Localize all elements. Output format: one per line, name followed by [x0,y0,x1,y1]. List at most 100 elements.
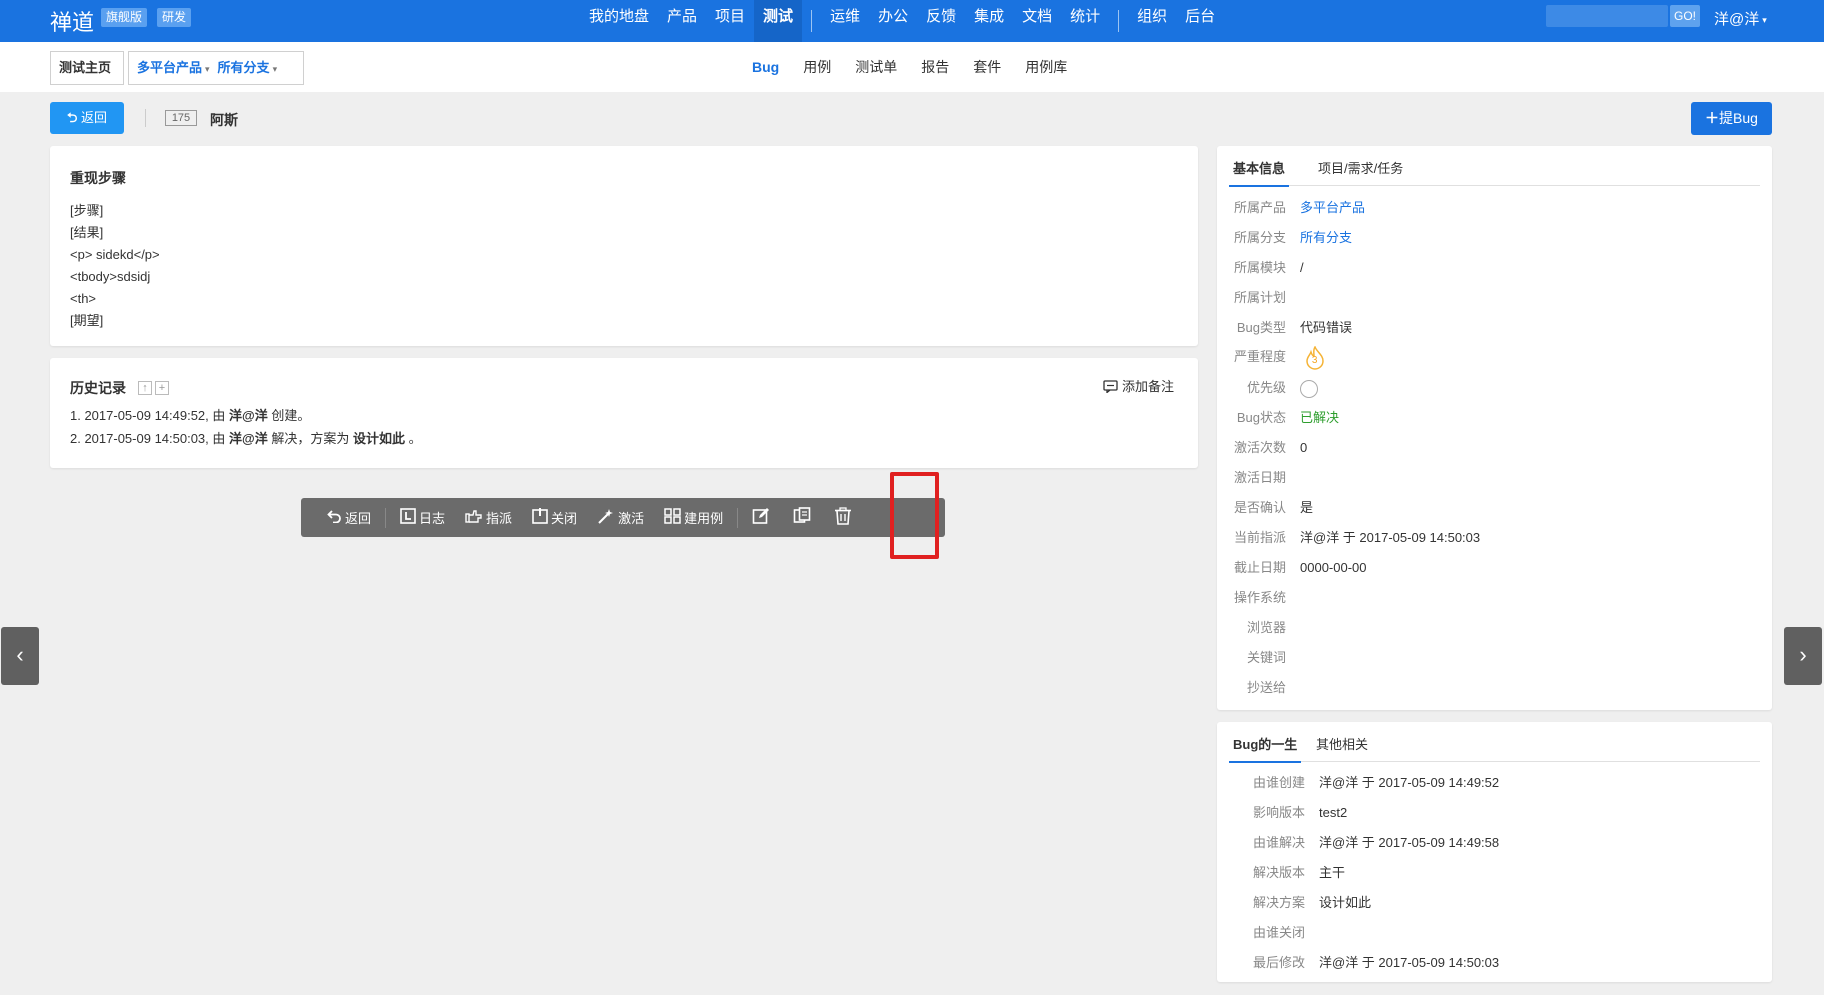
toolbar-close-label: 关闭 [551,511,578,526]
field-label: 所属产品 [1233,200,1286,215]
toolbar-back-button[interactable]: 返回 [317,498,381,537]
toolbar-delete-button[interactable] [824,498,865,537]
next-bug-button[interactable]: › [1784,627,1822,685]
basic-info-panel: 基本信息 项目/需求/任务 所属产品 多平台产品 所属分支 所有分支 所属模块 / 所… [1217,146,1772,710]
field-label: 是否确认 [1233,500,1286,515]
nav-project[interactable]: 项目 [706,0,754,42]
toolbar-copy-button[interactable] [783,498,824,537]
breadcrumb-test-home[interactable]: 测试主页 [50,51,124,85]
search-go-button[interactable]: GO! [1670,5,1700,27]
tab-testtask[interactable]: 测试单 [843,57,909,77]
magic-wand-icon [597,508,618,527]
trash-icon [834,507,855,528]
toolbar-close-button[interactable]: 关闭 [522,498,587,537]
chevron-right-icon: › [1799,642,1807,667]
tab-bug[interactable]: Bug [740,59,791,75]
tab-project-story-task[interactable]: 项目/需求/任务 [1318,158,1403,177]
nav-doc[interactable]: 文档 [1013,0,1061,42]
search-input[interactable] [1546,5,1668,27]
prev-bug-button[interactable]: ‹ [1,627,39,685]
basic-info-tabs: 基本信息 项目/需求/任务 [1229,146,1760,187]
toolbar-divider [385,507,387,528]
history-entry-end: 。 [404,431,422,446]
back-button-label: 返回 [81,110,108,125]
user-menu[interactable]: 洋@洋 ▾ [1714,8,1767,29]
steps-line: <p> sidekd</p> [70,247,160,262]
bug-title: 阿斯 [210,112,238,128]
field-label: 严重程度 [1233,349,1286,365]
history-panel: 历史记录 ↑ + 添加备注 1. 2017-05-09 14:49:52, 由 洋… [50,358,1198,468]
nav-admin[interactable]: 后台 [1176,0,1224,42]
brand-logo[interactable]: 禅道 [50,5,94,37]
field-label: 所属计划 [1233,290,1286,305]
history-entry-actor: 洋@洋 [229,408,268,423]
history-entry-actor: 洋@洋 [229,431,268,446]
field-value: 主干 [1319,865,1346,880]
add-note-button[interactable]: 添加备注 [1103,376,1174,395]
history-entry: 1. 2017-05-09 14:49:52, 由 洋@洋 创建。 [70,404,422,427]
field-value: test2 [1319,805,1348,820]
field-label: 优先级 [1246,380,1286,395]
tab-report[interactable]: 报告 [909,57,961,77]
field-status: Bug状态 已解决 [1231,407,1339,426]
nav-my[interactable]: 我的地盘 [580,0,658,42]
field-label: 截止日期 [1233,560,1286,575]
sitemap-icon [664,508,684,527]
nav-product[interactable]: 产品 [658,0,706,42]
comment-icon [1103,379,1122,394]
field-activated-count: 激活次数 0 [1231,437,1307,456]
chevron-down-icon: ▾ [272,64,278,74]
tab-case[interactable]: 用例 [791,57,843,77]
nav-ops[interactable]: 运维 [821,0,869,42]
breadcrumb-product-selector[interactable]: 多平台产品 ▾ 所有分支 ▾ [128,51,304,85]
toolbar-create-case-button[interactable]: 建用例 [654,498,733,537]
nav-org[interactable]: 组织 [1128,0,1176,42]
field-mailto: 抄送给 [1231,677,1300,696]
toolbar-log-button[interactable]: 日志 [390,498,455,537]
top-navbar: 禅道 旗舰版 研发 我的地盘 产品 项目 测试 运维 办公 反馈 集成 文档 统… [0,0,1824,42]
field-keywords: 关键词 [1231,647,1300,666]
severity-flame-icon: 3 [1304,346,1326,370]
toolbar-edit-button[interactable] [742,498,783,537]
field-value-link[interactable]: 所有分支 [1300,230,1352,245]
field-severity: 严重程度 3 [1231,346,1326,370]
field-value: 洋@洋 于 2017-05-09 14:49:52 [1319,775,1500,790]
bug-life-tabs: Bug的一生 其他相关 [1229,722,1760,763]
nav-stats[interactable]: 统计 [1061,0,1109,42]
tab-suite[interactable]: 套件 [961,57,1013,77]
nav-office[interactable]: 办公 [869,0,917,42]
field-value: 是 [1300,500,1314,515]
steps-line: [期望] [70,313,104,328]
tab-bug-life[interactable]: Bug的一生 [1229,734,1302,763]
nav-integration[interactable]: 集成 [965,0,1013,42]
tab-basic-info[interactable]: 基本信息 [1229,158,1290,187]
nav-feedback[interactable]: 反馈 [917,0,965,42]
sort-up-icon[interactable]: ↑ [138,381,152,395]
history-list: 1. 2017-05-09 14:49:52, 由 洋@洋 创建。 2. 201… [70,404,422,450]
power-icon [532,508,551,527]
tab-other-related[interactable]: 其他相关 [1316,734,1368,753]
field-label: 操作系统 [1233,590,1286,605]
field-value: 洋@洋 于 2017-05-09 14:50:03 [1319,955,1500,970]
toolbar-assign-button[interactable]: 指派 [455,498,522,537]
toolbar-activate-label: 激活 [618,511,645,526]
field-bug-type: Bug类型 代码错误 [1231,317,1352,336]
field-browser: 浏览器 [1231,617,1300,636]
user-name: 洋@洋 [1714,11,1760,28]
steps-line: [结果] [70,225,104,240]
new-bug-button[interactable]: ＋提Bug [1691,102,1772,135]
field-value: 洋@洋 于 2017-05-09 14:50:03 [1300,530,1481,545]
tab-caselib[interactable]: 用例库 [1013,57,1079,77]
toolbar-activate-button[interactable]: 激活 [587,498,654,537]
nav-test[interactable]: 测试 [754,0,803,42]
field-label: 当前指派 [1233,530,1286,545]
expand-all-icon[interactable]: + [155,381,169,395]
field-deadline: 截止日期 0000-00-00 [1231,557,1367,576]
life-created-by: 由谁创建 洋@洋 于 2017-05-09 14:49:52 [1231,772,1499,791]
priority-circle [1300,379,1318,398]
field-value-link[interactable]: 多平台产品 [1300,200,1365,215]
back-button[interactable]: ⮌ 返回 [50,102,124,134]
severity-value: 3 [1311,355,1318,366]
nav-divider [1118,10,1120,32]
field-label: 抄送给 [1246,680,1286,695]
